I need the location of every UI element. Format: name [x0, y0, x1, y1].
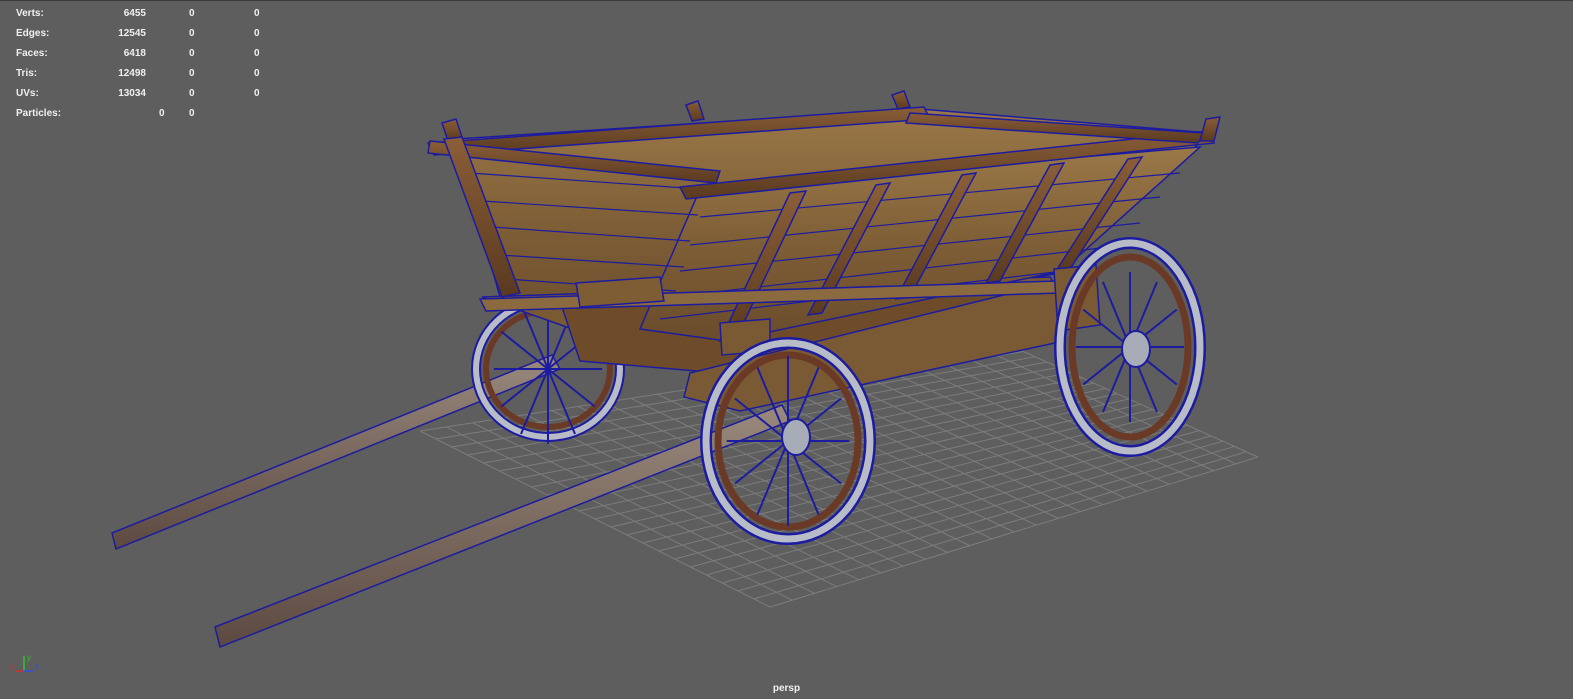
3d-viewport[interactable]: Verts: 6455 0 0 Edges: 12545 0 0 Faces: … — [0, 0, 1573, 698]
wheel-front-right — [1054, 237, 1206, 457]
grid-line — [894, 356, 1170, 485]
axis-label-x: x — [10, 662, 14, 671]
wheel-front-left — [700, 337, 876, 545]
axis-gizmo: y x z — [10, 653, 39, 672]
grid-line — [769, 456, 1259, 608]
wagon-model-render[interactable] — [0, 1, 1573, 699]
axis-label-y: y — [27, 653, 31, 662]
camera-name-label: persp — [772, 683, 801, 694]
axis-label-z: z — [35, 662, 39, 671]
